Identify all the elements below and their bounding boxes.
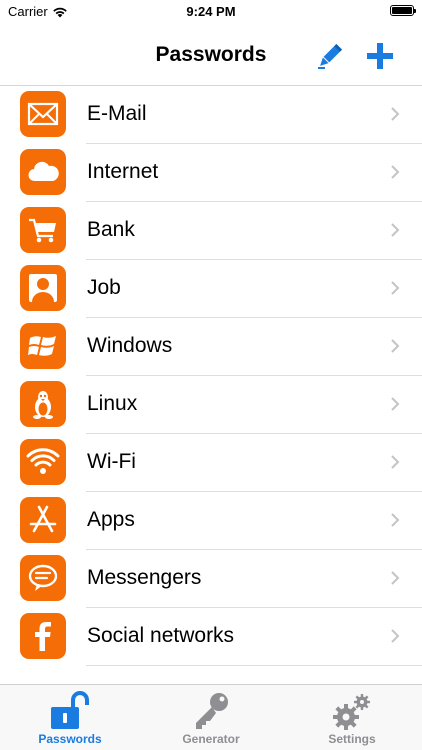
category-label: Internet [87, 160, 159, 183]
edit-button[interactable] [314, 40, 346, 72]
category-row-messengers[interactable]: Messengers [0, 550, 422, 608]
chevron-right-icon [391, 165, 400, 179]
wifi-icon [20, 439, 66, 485]
unlocked-padlock-icon [51, 691, 89, 729]
add-button[interactable] [364, 40, 396, 72]
envelope-icon [20, 91, 66, 137]
category-label: E-Mail [87, 102, 147, 125]
category-label: Windows [87, 334, 173, 357]
category-row-windows[interactable]: Windows [0, 318, 422, 376]
cloud-icon [20, 149, 66, 195]
category-label: Wi-Fi [87, 450, 136, 473]
tab-passwords[interactable]: Passwords [0, 685, 140, 750]
tab-label: Passwords [38, 732, 102, 746]
page-title: Passwords [155, 43, 267, 66]
tab-label: Settings [328, 732, 376, 746]
category-row-linux[interactable]: Linux [0, 376, 422, 434]
app-store-icon [20, 497, 66, 543]
navigation-bar: Passwords [0, 22, 422, 86]
plus-icon [367, 43, 393, 69]
cart-icon [20, 207, 66, 253]
category-row-internet[interactable]: Internet [0, 144, 422, 202]
category-label: Messengers [87, 566, 202, 589]
pencil-icon [320, 43, 343, 66]
chevron-right-icon [391, 339, 400, 353]
category-label: Job [87, 276, 121, 299]
category-row-job[interactable]: Job [0, 260, 422, 318]
category-row-bank[interactable]: Bank [0, 202, 422, 260]
row-divider [86, 665, 422, 666]
category-label: Social networks [87, 624, 235, 647]
category-row-email[interactable]: E-Mail [0, 86, 422, 144]
status-bar: Carrier 9:24 PM [0, 0, 422, 22]
chevron-right-icon [391, 223, 400, 237]
windows-logo-icon [20, 323, 66, 369]
chevron-right-icon [391, 455, 400, 469]
chevron-right-icon [391, 629, 400, 643]
chevron-right-icon [391, 281, 400, 295]
chat-bubble-icon [20, 555, 66, 601]
category-label: Bank [87, 218, 135, 241]
chevron-right-icon [391, 107, 400, 121]
battery-icon [390, 5, 416, 16]
gears-icon [333, 694, 370, 730]
category-row-social-networks[interactable]: Social networks [0, 608, 422, 666]
category-row-wifi[interactable]: Wi-Fi [0, 434, 422, 492]
category-label: Apps [87, 508, 135, 531]
chevron-right-icon [391, 397, 400, 411]
category-list: E-Mail Internet Bank Job Windows Linux W… [0, 86, 422, 666]
facebook-f-icon [20, 613, 66, 659]
key-icon [196, 693, 228, 729]
chevron-right-icon [391, 571, 400, 585]
tab-generator[interactable]: Generator [141, 685, 281, 750]
category-label: Linux [87, 392, 138, 415]
tab-label: Generator [182, 732, 240, 746]
person-icon [20, 265, 66, 311]
clock: 9:24 PM [186, 4, 236, 19]
tab-bar: Passwords Generator Settings [0, 684, 422, 750]
penguin-icon [20, 381, 66, 427]
tab-settings[interactable]: Settings [282, 685, 422, 750]
chevron-right-icon [391, 513, 400, 527]
category-row-apps[interactable]: Apps [0, 492, 422, 550]
